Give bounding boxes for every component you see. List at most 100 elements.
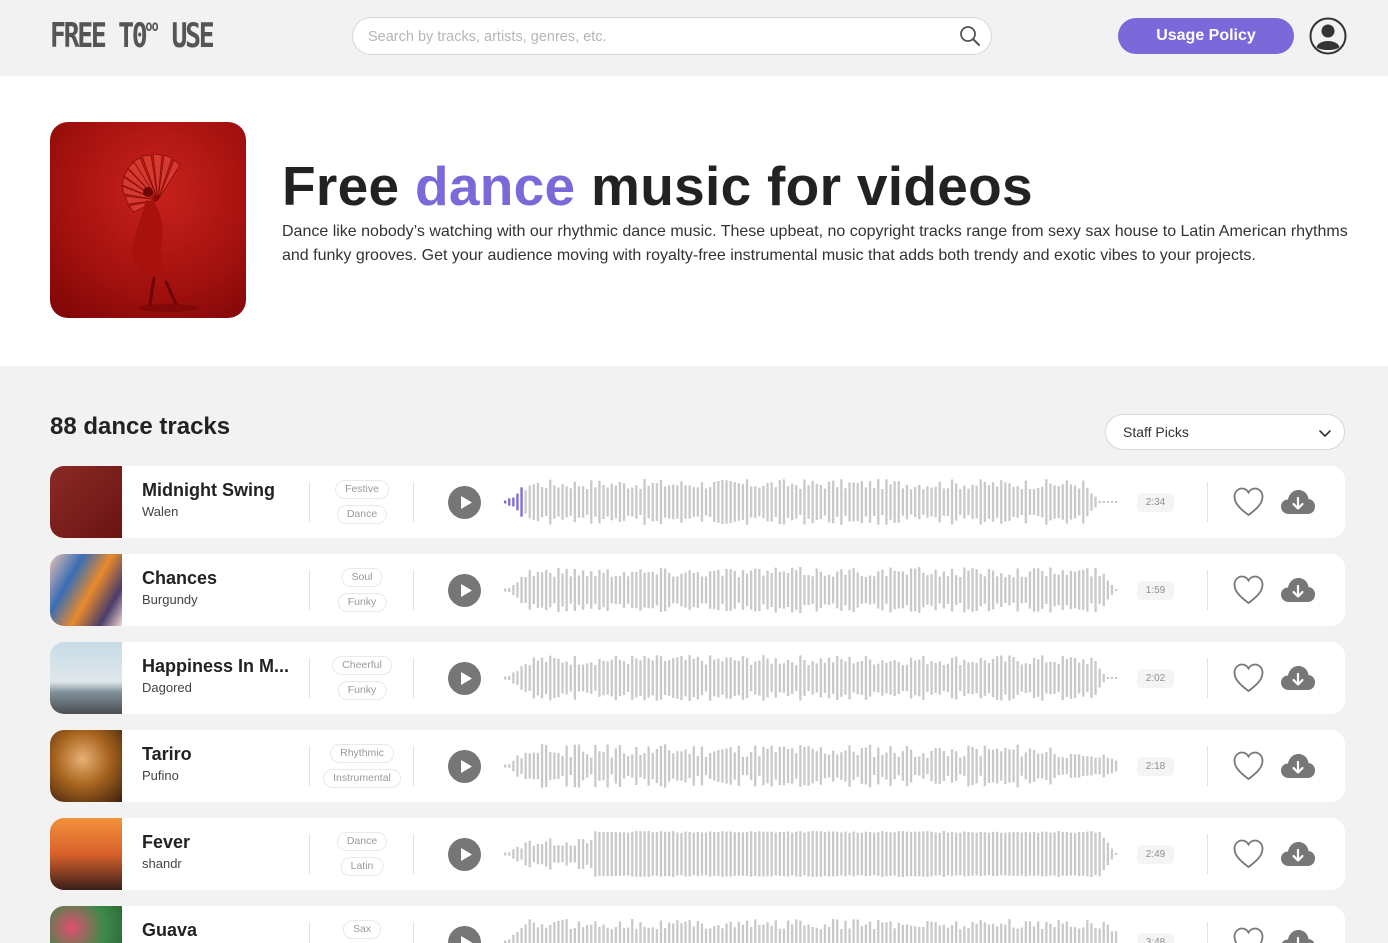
play-button-icon[interactable]: [448, 574, 481, 607]
track-duration: 3:48: [1137, 933, 1174, 943]
waveform-bar: [942, 831, 945, 877]
track-tag[interactable]: Funky: [337, 681, 387, 700]
track-tag[interactable]: Instrumental: [323, 769, 401, 788]
waveform-bar: [1024, 480, 1027, 524]
download-cloud-icon[interactable]: [1280, 840, 1316, 868]
track-title[interactable]: Guava: [142, 920, 297, 941]
track-tag[interactable]: Soul: [341, 568, 383, 587]
waveform-bar: [713, 832, 716, 876]
track-artist[interactable]: Burgundy: [142, 592, 198, 607]
sort-dropdown[interactable]: Staff Picks: [1105, 414, 1345, 450]
track-tag[interactable]: Rhythmic: [330, 744, 394, 763]
track-cover-image[interactable]: [50, 730, 122, 802]
play-button-icon[interactable]: [448, 486, 481, 519]
waveform-bar: [647, 658, 650, 698]
sort-selected-value: Staff Picks: [1123, 424, 1189, 440]
download-cloud-icon[interactable]: [1280, 928, 1316, 943]
waveform-bar: [606, 569, 609, 611]
track-cover-image[interactable]: [50, 466, 122, 538]
waveform-bar: [996, 576, 999, 604]
waveform[interactable]: [504, 828, 1128, 880]
waveform[interactable]: [504, 564, 1128, 616]
heart-icon[interactable]: [1232, 926, 1265, 943]
waveform-bar: [770, 831, 773, 877]
heart-icon[interactable]: [1232, 574, 1265, 606]
waveform-bar: [1078, 928, 1081, 943]
track-row[interactable]: Chances Burgundy Soul Funky 1:59: [50, 554, 1345, 626]
waveform[interactable]: [504, 740, 1128, 792]
search-bar[interactable]: [352, 17, 992, 55]
waveform-bar: [668, 485, 671, 519]
waveform-bar: [1114, 853, 1118, 855]
waveform[interactable]: [504, 652, 1128, 704]
download-cloud-icon[interactable]: [1280, 664, 1316, 692]
track-tag[interactable]: Cheerful: [332, 656, 392, 675]
waveform-bar: [532, 484, 535, 520]
track-artist[interactable]: shandr: [142, 856, 182, 871]
track-cover-image[interactable]: [50, 906, 122, 943]
track-tag[interactable]: Dance: [336, 505, 388, 524]
heart-icon[interactable]: [1232, 662, 1265, 694]
track-cover-image[interactable]: [50, 642, 122, 714]
track-cover-image[interactable]: [50, 818, 122, 890]
waveform-bar: [778, 663, 781, 693]
waveform-bar: [934, 569, 937, 611]
waveform-bar: [983, 832, 986, 876]
waveform-bar: [893, 752, 896, 780]
track-title[interactable]: Tariro: [142, 744, 297, 765]
track-row[interactable]: Happiness In M... Dagored Cheerful Funky…: [50, 642, 1345, 714]
site-logo[interactable]: FREE T0oo USE: [50, 16, 215, 56]
waveform-bar: [651, 927, 654, 943]
track-tag[interactable]: Funky: [337, 593, 387, 612]
track-tag[interactable]: Festive: [335, 480, 389, 499]
waveform[interactable]: [504, 476, 1128, 528]
play-button-icon[interactable]: [448, 750, 481, 783]
download-cloud-icon[interactable]: [1280, 576, 1316, 604]
play-button-icon[interactable]: [448, 662, 481, 695]
track-tag[interactable]: Sax: [342, 920, 382, 939]
track-cover-image[interactable]: [50, 554, 122, 626]
track-row[interactable]: Midnight Swing Walen Festive Dance 2:34: [50, 466, 1345, 538]
waveform-bar: [688, 831, 691, 877]
track-title[interactable]: Chances: [142, 568, 297, 589]
waveform-bar: [897, 922, 900, 943]
track-tag[interactable]: Latin: [340, 857, 384, 876]
track-title[interactable]: Happiness In M...: [142, 656, 297, 677]
search-icon[interactable]: [959, 25, 981, 47]
play-button-icon[interactable]: [448, 838, 481, 871]
waveform-bar: [766, 482, 769, 522]
track-artist[interactable]: Pufino: [142, 768, 179, 783]
usage-policy-button[interactable]: Usage Policy: [1118, 18, 1294, 54]
waveform-bar: [803, 925, 806, 943]
waveform-bar: [536, 660, 540, 696]
play-button-icon[interactable]: [448, 926, 481, 943]
track-artist[interactable]: Dagored: [142, 680, 192, 695]
download-cloud-icon[interactable]: [1280, 488, 1316, 516]
track-title[interactable]: Midnight Swing: [142, 480, 297, 501]
waveform-bar: [1041, 571, 1044, 609]
waveform-bar: [856, 572, 859, 608]
waveform-bar: [1041, 655, 1044, 701]
waveform-bar: [663, 486, 667, 518]
waveform-bar: [602, 832, 605, 876]
track-title[interactable]: Fever: [142, 832, 297, 853]
waveform-bar: [1028, 489, 1032, 515]
track-tag[interactable]: Dance: [336, 832, 388, 851]
waveform-bar: [1041, 486, 1044, 518]
track-row[interactable]: Tariro Pufino Rhythmic Instrumental 2:18: [50, 730, 1345, 802]
waveform-bar: [950, 925, 954, 943]
download-cloud-icon[interactable]: [1280, 752, 1316, 780]
track-row[interactable]: Fever shandr Dance Latin 2:49: [50, 818, 1345, 890]
heart-icon[interactable]: [1232, 486, 1265, 518]
waveform[interactable]: [504, 916, 1128, 943]
user-account-icon[interactable]: [1309, 17, 1347, 55]
track-row[interactable]: Guava Sax 3:48: [50, 906, 1345, 943]
divider: [309, 482, 310, 522]
waveform-bar: [881, 755, 884, 777]
heart-icon[interactable]: [1232, 750, 1265, 782]
track-artist[interactable]: Walen: [142, 504, 178, 519]
waveform-bar: [1057, 486, 1060, 519]
waveform-bar: [942, 924, 945, 943]
search-input[interactable]: [368, 26, 948, 48]
heart-icon[interactable]: [1232, 838, 1265, 870]
